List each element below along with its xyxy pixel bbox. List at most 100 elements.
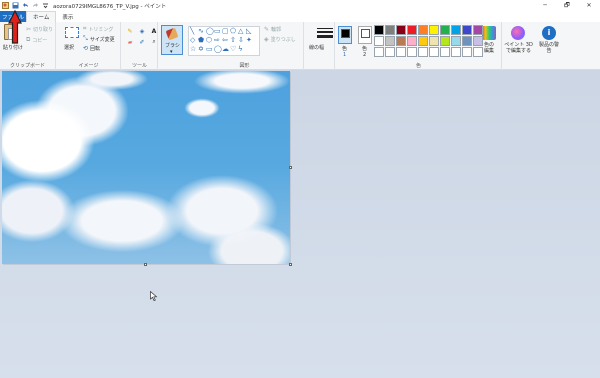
cloud-callout-shape-icon[interactable]: ☁ — [222, 46, 229, 53]
rounded-rect-shape-icon[interactable]: ▢ — [222, 28, 229, 35]
lightning-shape-icon[interactable]: ϟ — [238, 46, 243, 53]
resize-handle-corner[interactable] — [289, 263, 292, 266]
product-alert-button[interactable]: 製品の警告 — [538, 42, 560, 54]
curve-shape-icon[interactable]: ∿ — [198, 28, 204, 35]
image-canvas[interactable] — [2, 71, 290, 264]
palette-swatch[interactable] — [385, 47, 395, 57]
eraser-icon[interactable]: ▰ — [126, 38, 134, 46]
palette-swatch[interactable] — [462, 36, 472, 46]
select-button[interactable]: 選択 — [64, 44, 74, 51]
palette-swatch[interactable] — [429, 25, 439, 35]
rotate-button[interactable]: ⟲ 回転 — [83, 45, 100, 52]
palette-swatch[interactable] — [473, 47, 483, 57]
resize-button[interactable]: ⤡ サイズ変更 — [83, 35, 115, 43]
palette-swatch[interactable] — [418, 47, 428, 57]
crop-button[interactable]: ⌗ トリミング — [83, 25, 113, 33]
customize-qat-icon[interactable] — [42, 2, 49, 9]
outline-button[interactable]: ✎ 輪郭 — [264, 26, 281, 33]
tab-home[interactable]: ホーム — [26, 11, 57, 22]
color2-button[interactable] — [358, 26, 372, 44]
palette-swatch[interactable] — [396, 47, 406, 57]
ribbon: 貼り付け ✂ 切り取り ⧉ コピー クリップボード 選択 ⌗ トリミング ⤡ サ… — [0, 22, 600, 70]
image-group: 選択 ⌗ トリミング ⤡ サイズ変更 ⟲ 回転 イメージ — [57, 22, 121, 70]
line-shape-icon[interactable]: ╲ — [190, 28, 194, 35]
heart-shape-icon[interactable]: ♡ — [230, 46, 236, 53]
hexagon-shape-icon[interactable]: ⬡ — [206, 37, 212, 44]
copy-label: コピー — [32, 37, 48, 44]
oval-shape-icon[interactable]: ◯ — [206, 28, 214, 35]
ribbon-tabs: ファイル ホーム 表示 — [0, 11, 600, 22]
fill-button[interactable]: ◈ 塗りつぶし — [264, 36, 296, 43]
palette-swatch[interactable] — [407, 36, 417, 46]
restore-button[interactable]: 🗗 — [556, 0, 578, 11]
palette-swatch[interactable] — [462, 47, 472, 57]
palette-swatch[interactable] — [462, 25, 472, 35]
palette-swatch[interactable] — [374, 36, 384, 46]
text-tool-icon[interactable]: A — [150, 27, 158, 35]
paint-app-icon — [2, 2, 9, 9]
minimize-button[interactable]: ─ — [534, 0, 556, 11]
right-triangle-shape-icon[interactable]: ◺ — [246, 28, 251, 35]
color1-swatch — [341, 29, 350, 38]
palette-swatch[interactable] — [429, 47, 439, 57]
pencil-icon[interactable]: ✎ — [126, 27, 134, 35]
palette-swatch[interactable] — [440, 36, 450, 46]
close-button[interactable]: ✕ — [578, 0, 600, 11]
star5-shape-icon[interactable]: ☆ — [190, 46, 196, 53]
select-icon[interactable] — [65, 27, 79, 38]
palette-swatch[interactable] — [385, 36, 395, 46]
resize-handle-bottom[interactable] — [144, 263, 147, 266]
color-picker-icon[interactable]: ✐ — [138, 38, 146, 46]
copy-button[interactable]: ⧉ コピー — [26, 36, 47, 44]
save-icon[interactable] — [12, 2, 19, 9]
palette-swatch[interactable] — [396, 36, 406, 46]
palette-swatch[interactable] — [418, 25, 428, 35]
tab-view[interactable]: 表示 — [56, 11, 79, 22]
product-alert-group: i 製品の警告 — [534, 22, 564, 70]
star4-shape-icon[interactable]: ✦ — [246, 37, 252, 44]
palette-swatch[interactable] — [407, 47, 417, 57]
callout-rect-shape-icon[interactable]: ▭ — [206, 46, 213, 53]
magnifier-icon[interactable]: ⌕ — [150, 38, 158, 46]
right-arrow-shape-icon[interactable]: ⇨ — [214, 37, 220, 44]
palette-swatch[interactable] — [374, 47, 384, 57]
resize-handle-right[interactable] — [289, 166, 292, 169]
left-arrow-shape-icon[interactable]: ⇦ — [222, 37, 228, 44]
palette-swatch[interactable] — [440, 25, 450, 35]
palette-swatch[interactable] — [429, 36, 439, 46]
undo-icon[interactable] — [22, 2, 29, 9]
palette-swatch[interactable] — [374, 25, 384, 35]
paste-button[interactable]: 貼り付け — [3, 44, 23, 51]
cut-button[interactable]: ✂ 切り取り — [26, 26, 53, 33]
palette-swatch[interactable] — [440, 47, 450, 57]
star6-shape-icon[interactable]: ✡ — [198, 46, 204, 53]
crop-label: トリミング — [88, 26, 114, 33]
color1-button[interactable] — [338, 26, 352, 44]
up-arrow-shape-icon[interactable]: ⇧ — [230, 37, 236, 44]
callout-oval-shape-icon[interactable]: ◯ — [214, 46, 222, 53]
diamond-shape-icon[interactable]: ◇ — [190, 37, 195, 44]
palette-swatch[interactable] — [385, 25, 395, 35]
palette-swatch[interactable] — [451, 36, 461, 46]
palette-swatch[interactable] — [407, 25, 417, 35]
palette-swatch[interactable] — [473, 25, 483, 35]
line-width-button[interactable]: 線の幅 — [309, 44, 324, 51]
palette-swatch[interactable] — [451, 25, 461, 35]
palette-swatch[interactable] — [473, 36, 483, 46]
palette-swatch[interactable] — [418, 36, 428, 46]
fill-bucket-icon[interactable]: ◈ — [138, 27, 146, 35]
polygon-shape-icon[interactable]: ⬠ — [230, 28, 236, 35]
redo-icon[interactable] — [32, 2, 39, 9]
rectangle-shape-icon[interactable]: ▭ — [214, 28, 221, 35]
palette-swatch[interactable] — [396, 25, 406, 35]
paint3d-button[interactable]: ペイント 3D で編集する — [504, 42, 533, 54]
triangle-shape-icon[interactable]: △ — [238, 28, 243, 35]
line-width-icon[interactable] — [317, 28, 333, 40]
shapes-group: ╲ ∿ ◯ ▭ ▢ ⬠ △ ◺ ◇ ⬟ ⬡ ⇨ ⇦ ⇧ ⇩ ✦ ☆ ✡ ▭ ◯ … — [186, 22, 304, 70]
edit-colors-button[interactable]: 色の編集 — [482, 26, 496, 54]
pentagon-shape-icon[interactable]: ⬟ — [198, 37, 204, 44]
down-arrow-shape-icon[interactable]: ⇩ — [238, 37, 244, 44]
palette-swatch[interactable] — [451, 47, 461, 57]
fill-label: 塗りつぶし — [270, 37, 296, 43]
brush-button[interactable]: ブラシ ▾ — [161, 25, 183, 55]
